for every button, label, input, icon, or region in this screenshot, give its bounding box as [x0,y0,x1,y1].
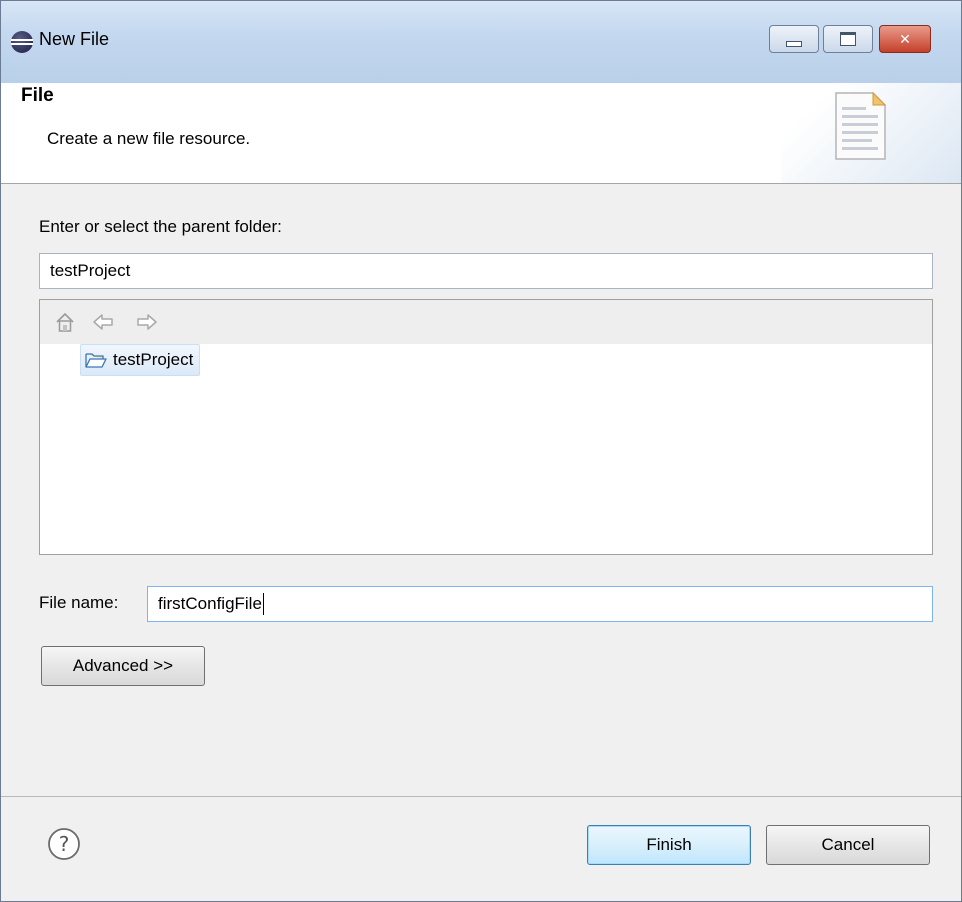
tree-item-testproject[interactable]: testProject [80,344,201,376]
new-file-icon [835,91,887,160]
wizard-banner: File Create a new file resource. [1,83,961,184]
file-name-label: File name: [39,593,119,612]
new-file-dialog: New File ✕ File Create a new file resour… [0,0,962,902]
title-bar[interactable]: New File ✕ [1,1,961,83]
help-icon[interactable]: ? [47,827,81,861]
parent-folder-value: testProject [50,261,131,280]
cancel-button[interactable]: Cancel [766,825,930,865]
window-title: New File [39,29,110,49]
folder-tree[interactable]: testProject [39,299,933,555]
minimize-icon [786,41,802,47]
eclipse-icon [11,31,33,53]
home-icon[interactable] [54,311,76,333]
footer-separator [1,796,961,797]
close-button[interactable]: ✕ [879,25,931,53]
open-folder-icon [85,353,107,368]
maximize-icon [840,32,856,46]
minimize-button[interactable] [769,25,819,53]
svg-text:?: ? [59,832,70,856]
maximize-button[interactable] [823,25,873,53]
close-icon: ✕ [899,30,911,47]
tree-toolbar [40,300,932,344]
text-caret [262,593,264,615]
forward-arrow-icon[interactable] [136,311,158,333]
parent-folder-input[interactable]: testProject [39,253,933,289]
file-name-input[interactable]: firstConfigFile [147,586,933,622]
back-arrow-icon[interactable] [92,311,114,333]
wizard-title: File [21,85,54,106]
tree-item-label: testProject [113,350,194,369]
finish-button[interactable]: Finish [587,825,751,865]
file-name-value: firstConfigFile [158,594,262,613]
wizard-description: Create a new file resource. [47,129,251,148]
parent-folder-label: Enter or select the parent folder: [39,217,282,236]
advanced-button[interactable]: Advanced >> [41,646,205,686]
